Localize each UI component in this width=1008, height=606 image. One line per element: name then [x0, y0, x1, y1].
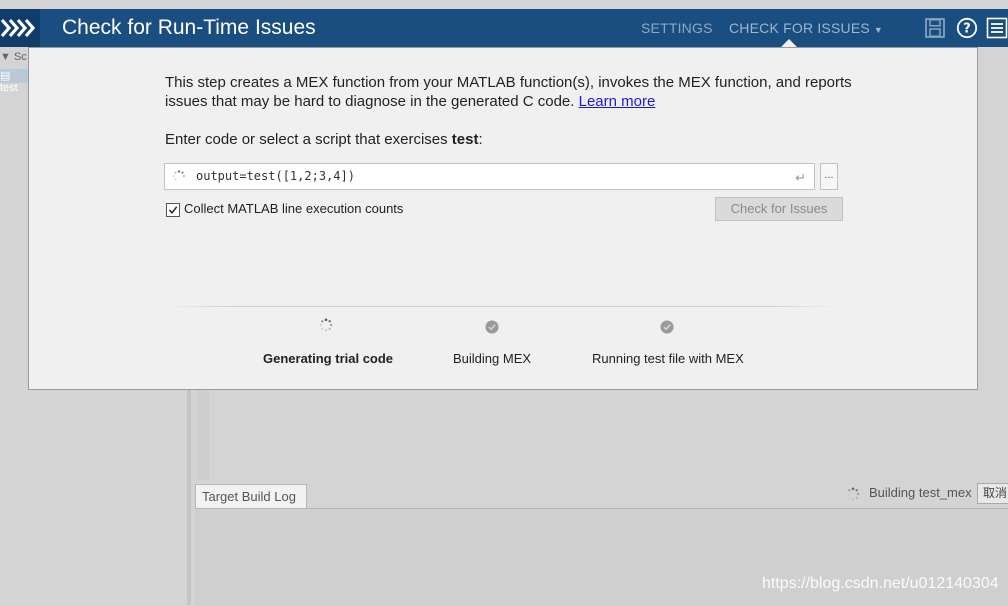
pending-step-icon	[485, 320, 499, 334]
nav-check-label: CHECK FOR ISSUES	[729, 20, 870, 36]
check-issues-dialog: This step creates a MEX function from yo…	[28, 47, 978, 390]
file-icon: ▤	[0, 70, 11, 82]
build-status-text: Building test_mex	[869, 485, 972, 500]
build-status: Building test_mex	[846, 484, 972, 502]
tree-item-source[interactable]: ▼ Sc	[0, 51, 30, 65]
step-description: This step creates a MEX function from yo…	[165, 73, 865, 111]
step-label-building: Building MEX	[453, 351, 532, 366]
nav-settings[interactable]: SETTINGS	[641, 9, 713, 47]
pane-splitter[interactable]	[187, 388, 191, 605]
tree-item-test-label: test	[0, 82, 18, 94]
learn-more-link[interactable]: Learn more	[579, 93, 656, 110]
code-pane-gutter	[197, 388, 209, 480]
description-text: This step creates a MEX function from yo…	[165, 74, 852, 110]
tab-target-build-log[interactable]: Target Build Log	[195, 484, 307, 509]
nav-check-for-issues[interactable]: CHECK FOR ISSUES ▼	[729, 9, 883, 49]
step-label-generating: Generating trial code	[263, 351, 394, 366]
help-icon[interactable]: ?	[956, 17, 978, 39]
prompt-text: Enter code or select a script that exerc…	[165, 131, 452, 148]
tree-item-test[interactable]: ▤ test	[0, 69, 30, 94]
workflow-logo-icon	[0, 9, 40, 47]
collect-line-counts-checkbox[interactable]	[166, 203, 180, 217]
prompt-suffix: :	[478, 131, 483, 148]
nav-active-indicator	[781, 39, 797, 47]
spinner-icon	[319, 318, 333, 332]
project-tree: ▼ Sc ▤ test	[0, 47, 30, 94]
test-code-prompt: Enter code or select a script that exerc…	[165, 131, 483, 148]
triangle-down-icon: ▼	[0, 51, 14, 63]
collect-line-counts-label[interactable]: Collect MATLAB line execution counts	[184, 200, 403, 218]
tree-item-source-label: Sc	[13, 51, 27, 63]
spinner-icon	[846, 487, 860, 500]
test-code-input[interactable]: output=test([1,2;3,4]) ↵	[164, 163, 815, 190]
save-icon[interactable]	[924, 17, 946, 39]
svg-text:?: ?	[963, 22, 971, 37]
enter-icon: ↵	[795, 170, 806, 185]
cancel-button[interactable]: 取消	[977, 483, 1008, 504]
step-label-running: Running test file with MEX	[592, 351, 744, 366]
test-code-value: output=test([1,2;3,4])	[196, 169, 355, 183]
watermark: https://blog.csdn.net/u012140304	[762, 575, 999, 592]
chevron-down-icon: ▼	[873, 25, 883, 35]
pending-step-icon	[660, 320, 674, 334]
check-for-issues-button[interactable]: Check for Issues	[715, 197, 843, 221]
page-title: Check for Run-Time Issues	[62, 16, 316, 39]
progress-divider	[165, 306, 837, 307]
app-header: Check for Run-Time Issues SETTINGS CHECK…	[0, 9, 1008, 47]
checkmark-icon	[168, 206, 178, 214]
browse-button[interactable]: ...	[820, 163, 838, 190]
spinner-icon	[173, 170, 185, 181]
prompt-function-name: test	[451, 131, 479, 148]
menu-icon[interactable]	[986, 17, 1008, 39]
